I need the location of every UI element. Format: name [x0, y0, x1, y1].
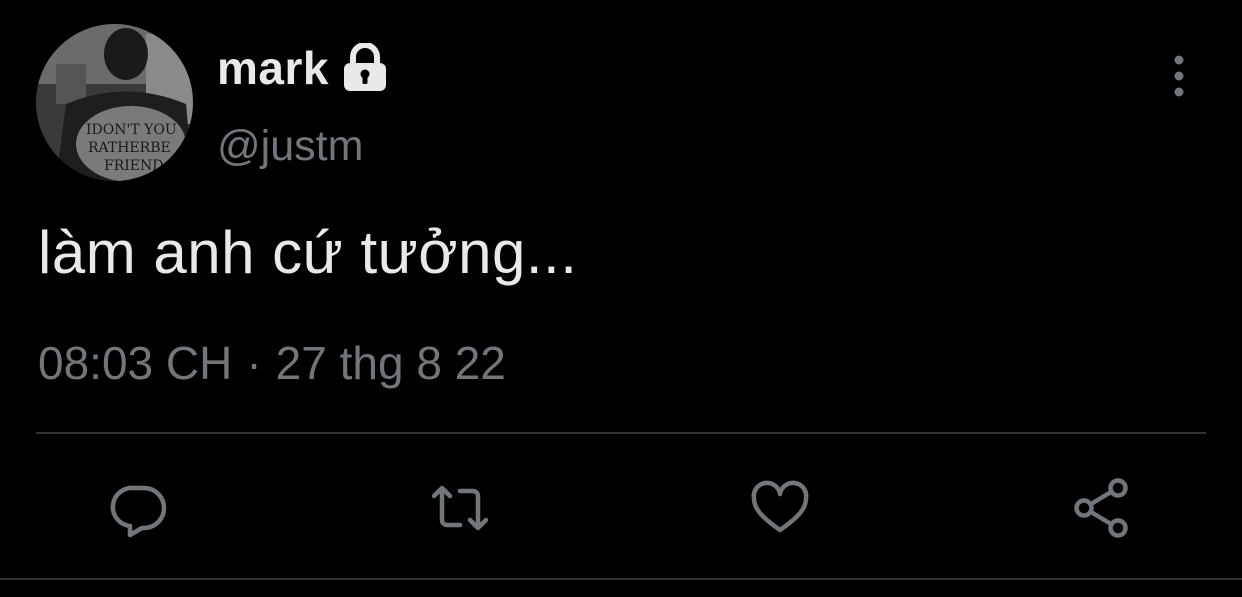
- reply-icon: [110, 485, 167, 538]
- retweet-button[interactable]: [430, 478, 490, 538]
- like-button[interactable]: [750, 478, 810, 538]
- display-name-row: mark: [217, 38, 389, 98]
- retweet-icon: [431, 485, 489, 531]
- more-options-icon[interactable]: [1164, 52, 1194, 100]
- display-name[interactable]: mark: [217, 41, 329, 95]
- avatar[interactable]: IDON'T YOU RATHERBE FRIEND: [36, 24, 193, 181]
- divider: [36, 432, 1206, 434]
- lock-icon: [341, 42, 389, 93]
- svg-text:FRIEND: FRIEND: [104, 158, 163, 174]
- avatar-image: IDON'T YOU RATHERBE FRIEND: [36, 24, 193, 181]
- user-handle[interactable]: @justm: [217, 122, 363, 171]
- tweet-detail: IDON'T YOU RATHERBE FRIEND mark @justm l…: [0, 0, 1242, 597]
- bottom-divider: [0, 578, 1242, 580]
- svg-text:RATHERBE: RATHERBE: [88, 140, 171, 156]
- heart-icon: [751, 480, 809, 533]
- svg-text:IDON'T YOU: IDON'T YOU: [86, 122, 177, 138]
- share-button[interactable]: [1072, 478, 1132, 538]
- tweet-meta: 08:03 CH · 27 thg 8 22: [38, 336, 506, 390]
- tweet-date[interactable]: 27 thg 8 22: [276, 336, 506, 390]
- share-icon: [1074, 478, 1128, 538]
- meta-separator: ·: [246, 337, 262, 389]
- tweet-time[interactable]: 08:03 CH: [38, 336, 232, 390]
- reply-button[interactable]: [110, 478, 170, 538]
- tweet-text: làm anh cứ tưởng...: [38, 219, 578, 286]
